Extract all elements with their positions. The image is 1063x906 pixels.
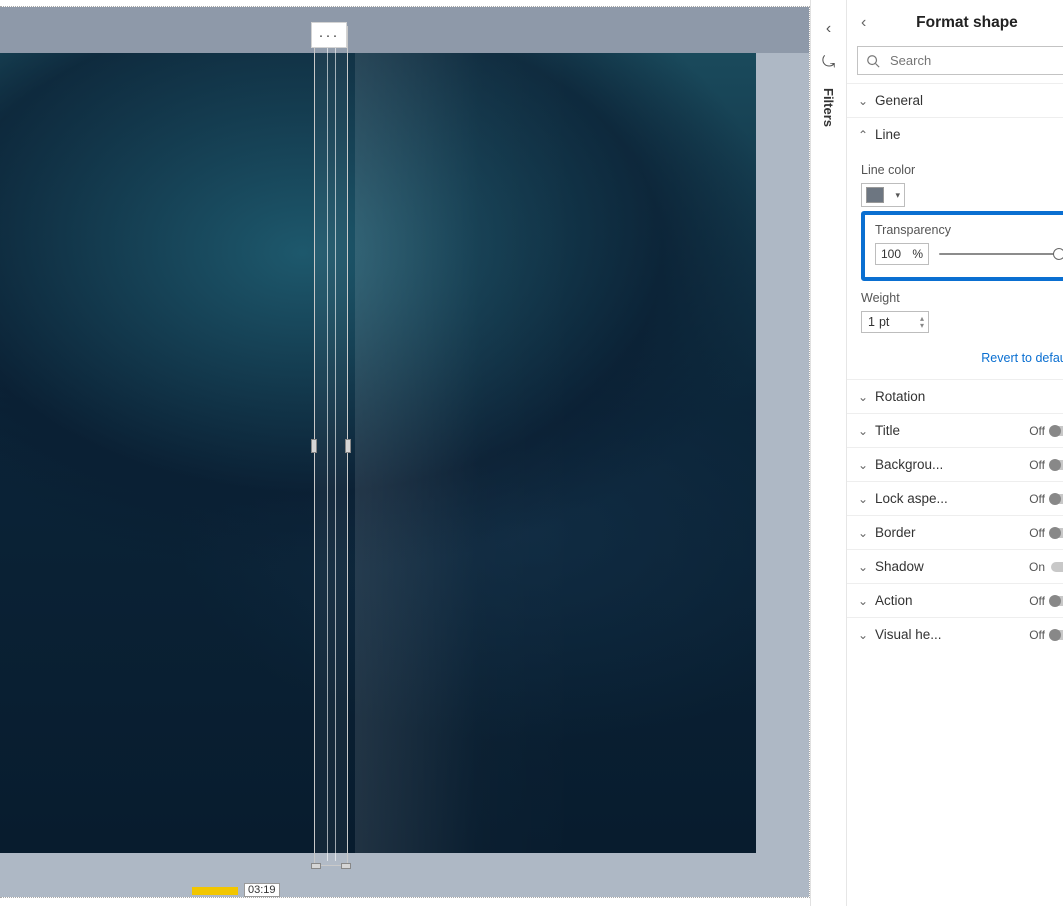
panel-nav-prev-icon[interactable]: ‹ — [857, 12, 870, 34]
chevron-down-icon: ⌄ — [857, 492, 869, 506]
title-toggle[interactable]: Off — [1029, 424, 1063, 438]
background-toggle[interactable]: Off — [1029, 458, 1063, 472]
section-lock-aspect[interactable]: ⌄ Lock aspe... Off — [847, 482, 1063, 515]
format-search-input[interactable] — [888, 52, 1063, 69]
resize-handle-left[interactable] — [311, 439, 317, 453]
toggle-state: On — [1029, 560, 1045, 574]
line-color-label: Line color — [861, 163, 1063, 177]
section-label: Lock aspe... — [875, 491, 1023, 506]
format-search-box[interactable] — [857, 46, 1063, 75]
panel-title: Format shape — [916, 14, 1018, 32]
background-image-visual[interactable] — [0, 53, 756, 853]
revert-to-default-link[interactable]: Revert to default — [847, 345, 1063, 379]
section-line[interactable]: ⌃ Line — [847, 118, 1063, 151]
toggle-state: Off — [1029, 628, 1045, 642]
resize-handle-bottom-right[interactable] — [341, 863, 351, 869]
weight-value: 1 — [868, 315, 875, 329]
timeline-timecode: 03:19 — [244, 883, 280, 897]
section-label: Visual he... — [875, 627, 1023, 642]
transparency-slider[interactable] — [939, 253, 1059, 255]
chevron-down-icon: ⌄ — [857, 94, 869, 108]
section-label: Rotation — [875, 389, 1063, 404]
transparency-unit: % — [912, 247, 923, 261]
section-background[interactable]: ⌄ Backgrou... Off — [847, 448, 1063, 481]
chevron-down-icon: ⌄ — [857, 560, 869, 574]
weight-input[interactable]: 1 pt ▴ ▾ — [861, 311, 929, 333]
resize-handle-bottom-left[interactable] — [311, 863, 321, 869]
slider-knob[interactable] — [1053, 248, 1063, 260]
section-visual-header[interactable]: ⌄ Visual he... Off — [847, 618, 1063, 651]
toggle-state: Off — [1029, 458, 1045, 472]
search-icon — [866, 54, 880, 68]
line-color-picker[interactable]: ▾ — [861, 183, 905, 207]
weight-unit: pt — [879, 315, 889, 329]
lock-aspect-toggle[interactable]: Off — [1029, 492, 1063, 506]
action-toggle[interactable]: Off — [1029, 594, 1063, 608]
resize-handle-right[interactable] — [345, 439, 351, 453]
transparency-input[interactable]: 100 % — [875, 243, 929, 265]
toggle-state: Off — [1029, 424, 1045, 438]
transparency-value: 100 — [881, 247, 901, 261]
shadow-toggle[interactable]: On — [1029, 560, 1063, 574]
section-border[interactable]: ⌄ Border Off — [847, 516, 1063, 549]
toggle-state: Off — [1029, 492, 1045, 506]
transparency-label: Transparency — [875, 223, 1059, 237]
weight-label: Weight — [861, 291, 1063, 305]
transparency-control-highlighted: Transparency 100 % — [861, 211, 1063, 281]
chevron-down-icon: ⌄ — [857, 458, 869, 472]
canvas-top-margin — [0, 7, 809, 53]
line-shape-geometry — [327, 31, 336, 861]
section-title[interactable]: ⌄ Title Off — [847, 414, 1063, 447]
filters-rail: ‹ ⤿ Filters — [810, 0, 846, 906]
chevron-down-icon: ⌄ — [857, 526, 869, 540]
chevron-down-icon: ⌄ — [857, 424, 869, 438]
border-toggle[interactable]: Off — [1029, 526, 1063, 540]
visual-header-toggle[interactable]: Off — [1029, 628, 1063, 642]
section-label: Shadow — [875, 559, 1023, 574]
section-label: Title — [875, 423, 1023, 438]
selected-line-shape[interactable] — [314, 26, 348, 866]
chevron-down-icon: ⌄ — [857, 594, 869, 608]
timeline-segment[interactable] — [192, 887, 238, 895]
section-action[interactable]: ⌄ Action Off — [847, 584, 1063, 617]
chevron-down-icon: ⌄ — [857, 628, 869, 642]
report-canvas[interactable]: ··· 03:19 — [0, 6, 810, 898]
format-pane: ‹ Format shape › ⌄ General — [846, 0, 1063, 906]
section-label: Action — [875, 593, 1023, 608]
section-label: Border — [875, 525, 1023, 540]
line-color-swatch — [866, 187, 884, 203]
section-label: General — [875, 93, 1063, 108]
section-rotation[interactable]: ⌄ Rotation — [847, 380, 1063, 413]
chevron-down-icon: ⌄ — [857, 390, 869, 404]
toggle-state: Off — [1029, 526, 1045, 540]
collapse-pane-icon[interactable]: ‹ — [826, 20, 831, 38]
chevron-up-icon: ⌃ — [857, 128, 869, 142]
section-label: Backgrou... — [875, 457, 1023, 472]
visual-more-options-button[interactable]: ··· — [311, 22, 347, 48]
filters-rail-label[interactable]: Filters — [821, 88, 836, 127]
filters-direction-icon[interactable]: ⤿ — [822, 54, 835, 72]
section-shadow[interactable]: ⌄ Shadow On — [847, 550, 1063, 583]
section-general[interactable]: ⌄ General — [847, 84, 1063, 117]
section-label: Line — [875, 127, 1063, 142]
dropdown-caret-icon: ▾ — [895, 190, 900, 201]
toggle-state: Off — [1029, 594, 1045, 608]
stepper-down-icon[interactable]: ▾ — [920, 322, 924, 329]
